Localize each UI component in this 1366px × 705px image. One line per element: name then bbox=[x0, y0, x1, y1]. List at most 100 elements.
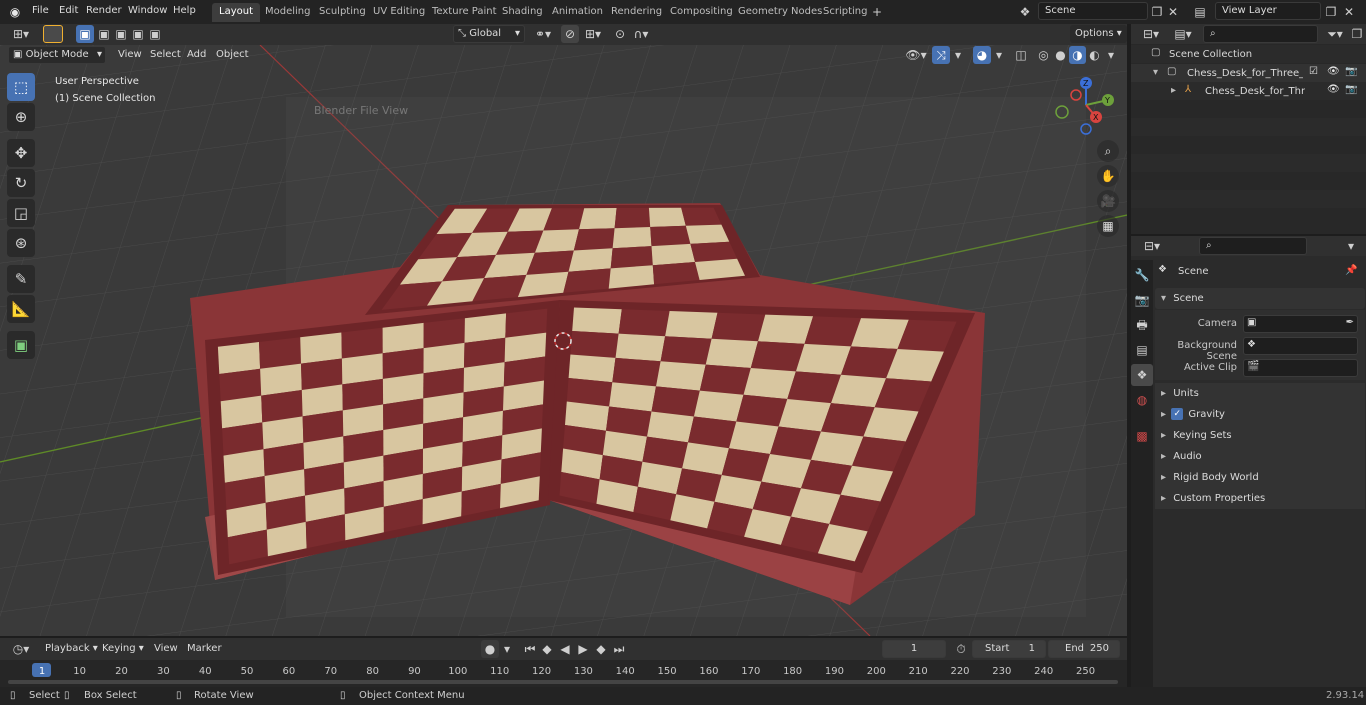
add-workspace-icon[interactable]: + bbox=[870, 3, 884, 21]
snap-target-icon[interactable]: ⊞▾ bbox=[580, 25, 606, 43]
expand-arrow-icon[interactable]: ▾ bbox=[1153, 67, 1158, 78]
view-layer-icon[interactable]: ▤ bbox=[1188, 3, 1212, 21]
filter-icon[interactable]: ⏷▾ bbox=[1323, 25, 1347, 43]
proportional-edit-icon[interactable]: ⊙ bbox=[611, 25, 629, 43]
menu-add[interactable]: Add bbox=[182, 46, 211, 64]
tab-modeling[interactable]: Modeling bbox=[258, 3, 318, 22]
scene-panel-header[interactable]: ▾ Scene bbox=[1155, 288, 1365, 309]
tab-texture-paint[interactable]: Texture Paint bbox=[425, 3, 504, 22]
rendered-shading-icon[interactable]: ◐ bbox=[1086, 46, 1103, 64]
close-view-layer-icon[interactable]: ✕ bbox=[1342, 3, 1356, 21]
playback-menu[interactable]: Playback ▾ bbox=[40, 640, 103, 658]
xray-icon[interactable]: ◫ bbox=[1012, 46, 1030, 64]
menu-file[interactable]: File bbox=[26, 0, 55, 24]
tool-tab-icon[interactable]: 🔧 bbox=[1131, 264, 1153, 286]
world-tab-icon[interactable]: ◍ bbox=[1131, 389, 1153, 411]
jump-start-icon[interactable]: ⏮ bbox=[521, 640, 539, 658]
visibility-icon[interactable]: 👁▾ bbox=[903, 46, 929, 64]
camera-view-icon[interactable]: 🎥 bbox=[1097, 190, 1119, 212]
outliner-row-object[interactable]: ▸ ⅄ Chess_Desk_for_Three_P 👁 📷 bbox=[1131, 82, 1366, 100]
gizmo-toggle-icon[interactable]: ⤨ bbox=[932, 46, 950, 64]
output-tab-icon[interactable]: 🖶 bbox=[1131, 314, 1153, 336]
eye-icon[interactable]: 👁 bbox=[1327, 66, 1340, 77]
select-tool-icon[interactable] bbox=[43, 25, 63, 43]
audio-panel[interactable]: ▸ Audio bbox=[1155, 446, 1365, 467]
navigation-gizmo[interactable]: Z Y X bbox=[1050, 75, 1120, 139]
current-frame-field[interactable]: 1 bbox=[882, 640, 946, 658]
rigid-body-world-panel[interactable]: ▸ Rigid Body World bbox=[1155, 467, 1365, 488]
annotate-tool-icon[interactable]: ✎ bbox=[7, 265, 35, 293]
falloff-icon[interactable]: ∩▾ bbox=[630, 25, 652, 43]
outliner-search-input[interactable]: ⌕ bbox=[1203, 25, 1318, 43]
tab-uv-editing[interactable]: UV Editing bbox=[366, 3, 432, 22]
tab-compositing[interactable]: Compositing bbox=[663, 3, 740, 22]
camera-restrict-icon[interactable]: 📷 bbox=[1345, 66, 1357, 77]
next-keyframe-icon[interactable]: ◆ bbox=[592, 640, 610, 658]
select-box-tool-icon[interactable]: ⬚ bbox=[7, 73, 35, 101]
orientation-dropdown[interactable]: ⤡ Global ▾ bbox=[453, 25, 525, 43]
menu-render[interactable]: Render bbox=[80, 0, 128, 24]
3d-viewport[interactable]: Blender File View User Perspective (1) S… bbox=[0, 45, 1127, 636]
tab-layout[interactable]: Layout bbox=[212, 3, 260, 22]
view-layer-tab-icon[interactable]: ▤ bbox=[1131, 339, 1153, 361]
editor-type-icon[interactable]: ⊟▾ bbox=[1139, 237, 1165, 255]
mode-difference-icon[interactable]: ▣ bbox=[129, 25, 147, 43]
snap-icon[interactable]: ⊘ bbox=[561, 25, 579, 43]
scene-icon[interactable]: ❖ bbox=[1013, 3, 1037, 21]
mode-new-icon[interactable]: ▣ bbox=[76, 25, 94, 43]
pin-icon[interactable]: 📌 bbox=[1345, 265, 1357, 276]
menu-marker[interactable]: Marker bbox=[182, 640, 227, 658]
measure-tool-icon[interactable]: 📐 bbox=[7, 295, 35, 323]
timer-icon[interactable]: ⏱ bbox=[952, 640, 970, 658]
jump-end-icon[interactable]: ⏭ bbox=[610, 640, 628, 658]
eyedropper-icon[interactable]: ✒ bbox=[1346, 317, 1354, 328]
display-mode-icon[interactable]: ▤▾ bbox=[1171, 25, 1195, 43]
rotate-tool-icon[interactable]: ↻ bbox=[7, 169, 35, 197]
pan-hand-icon[interactable]: ✋ bbox=[1097, 165, 1119, 187]
menu-view[interactable]: View bbox=[113, 46, 147, 64]
menu-view[interactable]: View bbox=[149, 640, 183, 658]
chevron-down-icon[interactable]: ▾ bbox=[1343, 237, 1359, 255]
play-icon[interactable]: ▶ bbox=[574, 640, 592, 658]
play-reverse-icon[interactable]: ◀ bbox=[556, 640, 574, 658]
mode-dropdown[interactable]: ▣ Object Mode ▾ bbox=[8, 46, 106, 64]
tab-sculpting[interactable]: Sculpting bbox=[312, 3, 373, 22]
gravity-panel[interactable]: ▸ ✓ Gravity bbox=[1155, 404, 1365, 425]
camera-restrict-icon[interactable]: 📷 bbox=[1345, 84, 1357, 95]
cursor-tool-icon[interactable]: ⊕ bbox=[7, 103, 35, 131]
add-cube-tool-icon[interactable]: ▣ bbox=[7, 331, 35, 359]
chevron-down-icon[interactable]: ▾ bbox=[501, 640, 513, 658]
menu-window[interactable]: Window bbox=[122, 0, 173, 24]
properties-search-input[interactable]: ⌕ bbox=[1199, 237, 1307, 255]
shading-dropdown-icon[interactable]: ▾ bbox=[1104, 46, 1118, 64]
keying-menu[interactable]: Keying ▾ bbox=[97, 640, 149, 658]
gravity-checkbox[interactable]: ✓ bbox=[1171, 408, 1184, 420]
prev-keyframe-icon[interactable]: ◆ bbox=[538, 640, 556, 658]
keying-sets-panel[interactable]: ▸ Keying Sets bbox=[1155, 425, 1365, 446]
options-button[interactable]: Options ▾ bbox=[1070, 25, 1127, 43]
editor-type-icon[interactable]: ⊟▾ bbox=[1139, 25, 1163, 43]
tab-scripting[interactable]: Scripting bbox=[816, 3, 874, 22]
record-icon[interactable]: ● bbox=[481, 640, 499, 658]
copy-view-layer-icon[interactable]: ❐ bbox=[1323, 3, 1339, 21]
scene-tab-icon[interactable]: ❖ bbox=[1131, 364, 1153, 386]
zoom-icon[interactable]: ⌕ bbox=[1097, 140, 1119, 162]
outliner-row-root[interactable]: ▢ Scene Collection bbox=[1131, 45, 1366, 63]
timeline-scrollbar[interactable] bbox=[8, 680, 1118, 684]
texture-tab-icon[interactable]: ▩ bbox=[1131, 425, 1153, 447]
material-shading-icon[interactable]: ◑ bbox=[1069, 46, 1086, 64]
expand-arrow-icon[interactable]: ▸ bbox=[1171, 85, 1176, 96]
tab-animation[interactable]: Animation bbox=[545, 3, 610, 22]
menu-object[interactable]: Object bbox=[211, 46, 254, 64]
render-tab-icon[interactable]: 📷 bbox=[1131, 289, 1153, 311]
background-scene-field[interactable]: ❖ bbox=[1243, 337, 1358, 355]
overlay-dropdown-icon[interactable]: ▾ bbox=[992, 46, 1006, 64]
start-frame-field[interactable]: Start 1 bbox=[972, 640, 1046, 658]
copy-scene-icon[interactable]: ❐ bbox=[1149, 3, 1165, 21]
tab-rendering[interactable]: Rendering bbox=[604, 3, 669, 22]
solid-shading-icon[interactable]: ● bbox=[1052, 46, 1069, 64]
new-collection-icon[interactable]: ❐ bbox=[1349, 25, 1365, 43]
view-layer-field[interactable]: View Layer bbox=[1215, 2, 1321, 20]
ortho-toggle-icon[interactable]: ▦ bbox=[1097, 215, 1119, 237]
units-panel[interactable]: ▸ Units bbox=[1155, 383, 1365, 404]
